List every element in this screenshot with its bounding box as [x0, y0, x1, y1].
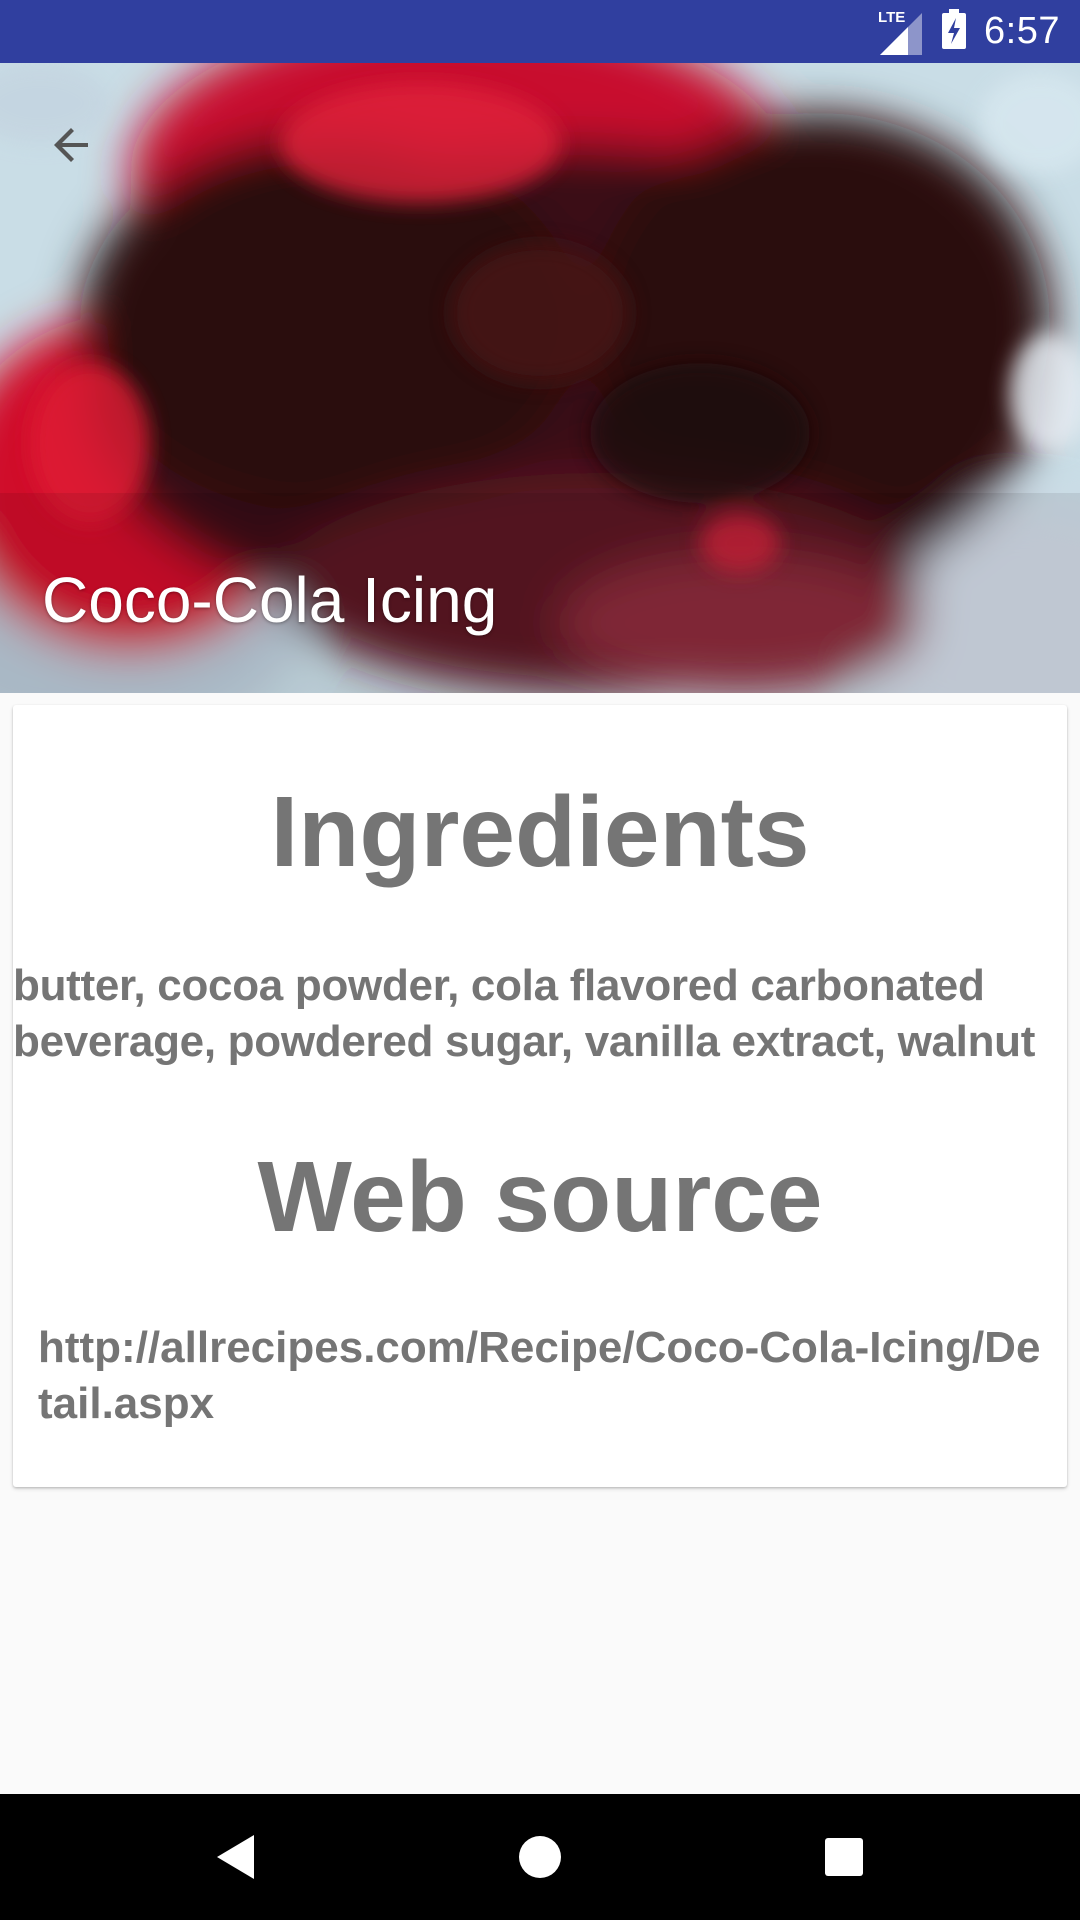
ingredients-heading: Ingredients	[270, 776, 810, 888]
back-button[interactable]	[32, 105, 112, 185]
arrow-left-icon	[54, 128, 88, 162]
lte-signal-icon: LTE	[878, 9, 924, 55]
web-source-heading: Web source	[257, 1141, 823, 1253]
recipe-details-card: Ingredients butter, cocoa powder, cola f…	[13, 705, 1067, 1487]
circle-home-icon	[519, 1836, 561, 1878]
clock-time: 6:57	[984, 10, 1060, 52]
battery-charging-icon	[942, 9, 967, 54]
triangle-back-icon	[217, 1835, 254, 1879]
web-source-link[interactable]: http://allrecipes.com/Recipe/Coco-Cola-I…	[38, 1320, 1048, 1432]
status-icons: LTE 6:57	[878, 0, 1060, 63]
network-type-label: LTE	[878, 8, 906, 26]
status-bar: LTE 6:57	[0, 0, 1080, 63]
ingredients-list: butter, cocoa powder, cola flavored carb…	[13, 961, 1036, 1066]
square-recents-icon	[825, 1838, 863, 1876]
nav-home-button[interactable]	[500, 1822, 580, 1892]
recipe-title: Coco-Cola Icing	[42, 564, 498, 636]
recipe-hero-image: Coco-Cola Icing	[0, 63, 1080, 693]
nav-recents-button[interactable]	[804, 1822, 884, 1892]
nav-back-button[interactable]	[196, 1822, 276, 1892]
system-navigation-bar	[0, 1794, 1080, 1920]
